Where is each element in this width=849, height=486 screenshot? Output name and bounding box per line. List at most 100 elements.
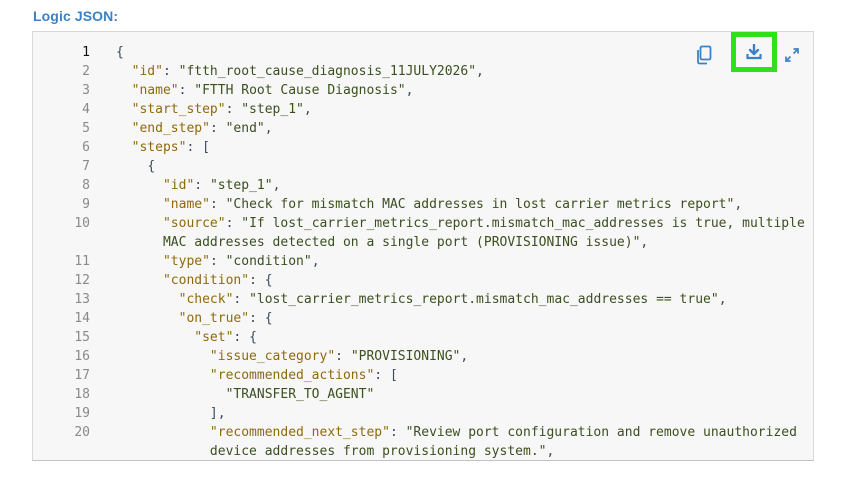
json-string: device addresses from provisioning syste… xyxy=(209,444,547,459)
json-key: "recommended_actions" xyxy=(209,368,375,383)
code-text: "end_step": "end", xyxy=(116,119,806,138)
json-punctuation: ], xyxy=(209,406,226,421)
json-key: "check" xyxy=(178,292,234,307)
json-punctuation: , xyxy=(640,235,649,250)
json-punctuation: , xyxy=(718,292,727,307)
json-string: "FTTH Root Cause Diagnosis" xyxy=(194,83,406,98)
copy-button[interactable] xyxy=(687,38,721,72)
json-punctuation: : xyxy=(209,197,226,212)
code-line: 11 "type": "condition", xyxy=(33,252,813,271)
code-line: 16 "issue_category": "PROVISIONING", xyxy=(33,347,813,366)
json-string: "condition" xyxy=(225,254,312,269)
json-string: "PROVISIONING" xyxy=(350,349,461,364)
json-key: "type" xyxy=(162,254,210,269)
expand-icon xyxy=(785,48,799,62)
line-number: 8 xyxy=(82,178,90,193)
code-text: "name": "Check for mismatch MAC addresse… xyxy=(116,195,806,214)
json-string: "step_1" xyxy=(209,178,273,193)
json-punctuation: , xyxy=(476,64,484,79)
json-string: "Review port configuration and remove un… xyxy=(405,425,797,440)
json-key: "start_step" xyxy=(131,102,226,117)
code-line: 20 "recommended_next_step": "Review port… xyxy=(33,423,813,442)
section-label: Logic JSON: xyxy=(33,8,119,24)
code-line: 5 "end_step": "end", xyxy=(33,119,813,138)
code-line: 19 ], xyxy=(33,404,813,423)
download-button[interactable] xyxy=(731,32,777,72)
line-number: 1 xyxy=(82,45,90,60)
json-punctuation: : xyxy=(209,121,226,136)
code-line: 18 "TRANSFER_TO_AGENT" xyxy=(33,385,813,404)
code-text: "on_true": { xyxy=(116,309,806,328)
code-lines: 1 {2 "id": "ftth_root_cause_diagnosis_11J… xyxy=(33,43,813,460)
expand-button[interactable] xyxy=(775,38,809,72)
json-punctuation: : xyxy=(209,254,226,269)
json-key: "id" xyxy=(162,178,195,193)
json-punctuation: , xyxy=(460,349,469,364)
code-text: "issue_category": "PROVISIONING", xyxy=(116,347,806,366)
code-line: 8 "id": "step_1", xyxy=(33,176,813,195)
line-number: 3 xyxy=(82,83,90,98)
code-text: "type": "condition", xyxy=(116,252,806,271)
line-number: 13 xyxy=(74,292,90,307)
code-line: MAC addresses detected on a single port … xyxy=(33,233,813,252)
code-text: "recommended_next_step": "Review port co… xyxy=(116,423,806,442)
code-line: 10 "source": "If lost_carrier_metrics_re… xyxy=(33,214,813,233)
code-line: device addresses from provisioning syste… xyxy=(33,442,813,460)
line-number: 2 xyxy=(82,64,90,79)
json-code-editor[interactable]: 1 {2 "id": "ftth_root_cause_diagnosis_11J… xyxy=(32,31,814,461)
json-punctuation: : xyxy=(162,64,179,79)
line-number: 9 xyxy=(82,197,90,212)
json-punctuation: : xyxy=(225,216,242,231)
code-line: 4 "start_step": "step_1", xyxy=(33,100,813,119)
line-number: 17 xyxy=(74,368,90,383)
code-text: "steps": [ xyxy=(116,138,806,157)
code-line: 9 "name": "Check for mismatch MAC addres… xyxy=(33,195,813,214)
json-string: "If lost_carrier_metrics_report.mismatch… xyxy=(241,216,805,231)
code-line: 6 "steps": [ xyxy=(33,138,813,157)
code-text: MAC addresses detected on a single port … xyxy=(116,233,806,252)
line-number xyxy=(33,442,90,460)
json-punctuation: : xyxy=(225,102,242,117)
json-string: MAC addresses detected on a single port … xyxy=(162,235,641,250)
json-string: "TRANSFER_TO_AGENT" xyxy=(225,387,375,402)
code-line: 14 "on_true": { xyxy=(33,309,813,328)
code-line: 3 "name": "FTTH Root Cause Diagnosis", xyxy=(33,81,813,100)
line-number: 18 xyxy=(74,387,90,402)
code-text: "name": "FTTH Root Cause Diagnosis", xyxy=(116,81,806,100)
json-punctuation: , xyxy=(272,178,281,193)
code-text: ], xyxy=(116,404,806,423)
code-text: "set": { xyxy=(116,328,806,347)
code-text: "condition": { xyxy=(116,271,806,290)
json-key: "on_true" xyxy=(178,311,250,326)
json-key: "condition" xyxy=(162,273,250,288)
json-string: "end" xyxy=(225,121,265,136)
code-text: "check": "lost_carrier_metrics_report.mi… xyxy=(116,290,806,309)
json-punctuation: : xyxy=(178,83,195,98)
json-punctuation: , xyxy=(264,121,273,136)
code-text: "recommended_actions": [ xyxy=(116,366,806,385)
line-number: 14 xyxy=(74,311,90,326)
json-punctuation: : xyxy=(389,425,406,440)
json-punctuation: : [ xyxy=(186,140,210,155)
json-key: "id" xyxy=(131,64,163,79)
json-key: "steps" xyxy=(131,140,187,155)
json-punctuation: , xyxy=(311,254,320,269)
code-line: 7 { xyxy=(33,157,813,176)
json-key: "set" xyxy=(194,330,234,345)
json-punctuation: : { xyxy=(233,330,257,345)
